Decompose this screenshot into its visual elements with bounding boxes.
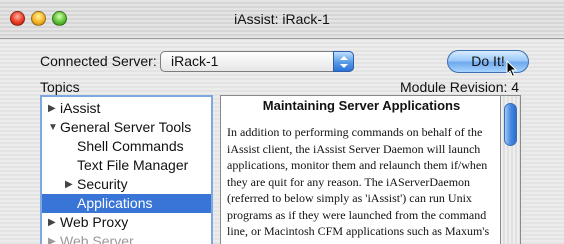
disclosure-triangle-icon[interactable]: ▼ bbox=[48, 118, 58, 137]
tree-item-iassist[interactable]: ▶ iAssist bbox=[42, 99, 211, 118]
tree-item-web-server[interactable]: ▶ Web Server bbox=[42, 232, 211, 244]
disclosure-triangle-icon[interactable]: ▶ bbox=[48, 213, 56, 232]
scrollbar-thumb[interactable] bbox=[504, 103, 517, 146]
server-popup-value: iRack-1 bbox=[171, 53, 219, 69]
popup-arrows-icon bbox=[333, 51, 354, 72]
window-title: iAssist: iRack-1 bbox=[234, 11, 330, 27]
topics-label: Topics bbox=[40, 79, 80, 95]
title-bar[interactable]: iAssist: iRack-1 bbox=[0, 0, 564, 39]
document-title: Maintaining Server Applications bbox=[262, 98, 461, 113]
document-scrollbar[interactable] bbox=[501, 95, 521, 244]
module-revision-label: Module Revision: 4 bbox=[400, 79, 520, 95]
tree-item-shell-commands[interactable]: Shell Commands bbox=[42, 137, 211, 156]
tree-item-applications[interactable]: Applications bbox=[42, 194, 211, 213]
disclosure-triangle-icon[interactable]: ▶ bbox=[48, 99, 56, 118]
tree-item-security[interactable]: ▶ Security bbox=[42, 175, 211, 194]
disclosure-triangle-icon[interactable]: ▶ bbox=[65, 175, 73, 194]
tree-item-web-proxy[interactable]: ▶ Web Proxy bbox=[42, 213, 211, 232]
tree-item-text-file-manager[interactable]: Text File Manager bbox=[42, 156, 211, 175]
topics-outline[interactable]: ▶ iAssist ▼ General Server Tools Shell C… bbox=[40, 95, 213, 244]
help-document-view[interactable]: Maintaining Server Applications In addit… bbox=[220, 95, 501, 244]
tree-item-general-server-tools[interactable]: ▼ General Server Tools bbox=[42, 118, 211, 137]
connected-server-label: Connected Server: bbox=[40, 53, 157, 69]
server-popup[interactable]: iRack-1 bbox=[160, 51, 354, 72]
mouse-pointer-icon bbox=[506, 60, 518, 78]
disclosure-triangle-icon[interactable]: ▶ bbox=[48, 232, 56, 244]
document-body: In addition to performing commands on be… bbox=[227, 125, 490, 244]
app-window: iAssist: iRack-1 Connected Server: iRack… bbox=[0, 0, 564, 244]
